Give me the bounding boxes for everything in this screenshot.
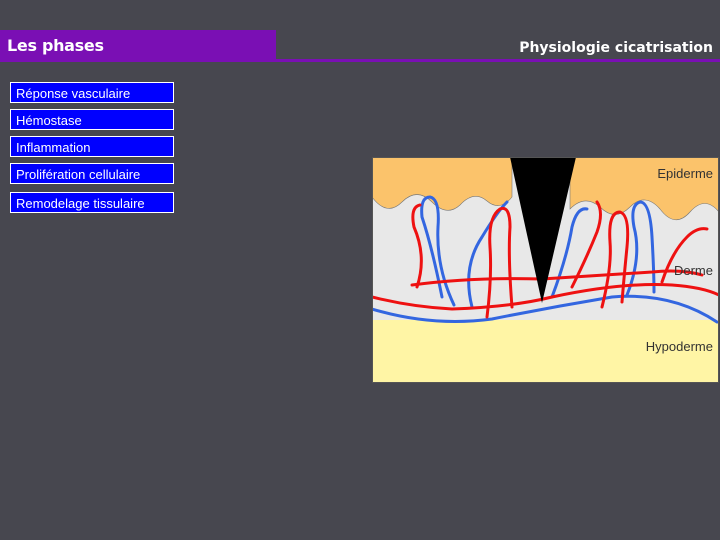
phase-cell-proliferation[interactable]: Prolifération cellulaire	[10, 163, 174, 184]
label-derme: Derme	[674, 263, 713, 278]
label-epiderme: Epiderme	[657, 166, 713, 181]
phase-vascular-response[interactable]: Réponse vasculaire	[10, 82, 174, 103]
page-title: Physiologie cicatrisation	[519, 40, 713, 56]
skin-wound-diagram: Epiderme Derme Hypoderme	[372, 157, 719, 383]
header-underline	[0, 59, 720, 62]
section-title: Les phases	[7, 36, 104, 55]
phase-tissue-remodeling[interactable]: Remodelage tissulaire	[10, 192, 174, 213]
phase-hemostasis[interactable]: Hémostase	[10, 109, 174, 130]
label-hypoderme: Hypoderme	[646, 339, 713, 354]
phase-inflammation[interactable]: Inflammation	[10, 136, 174, 157]
